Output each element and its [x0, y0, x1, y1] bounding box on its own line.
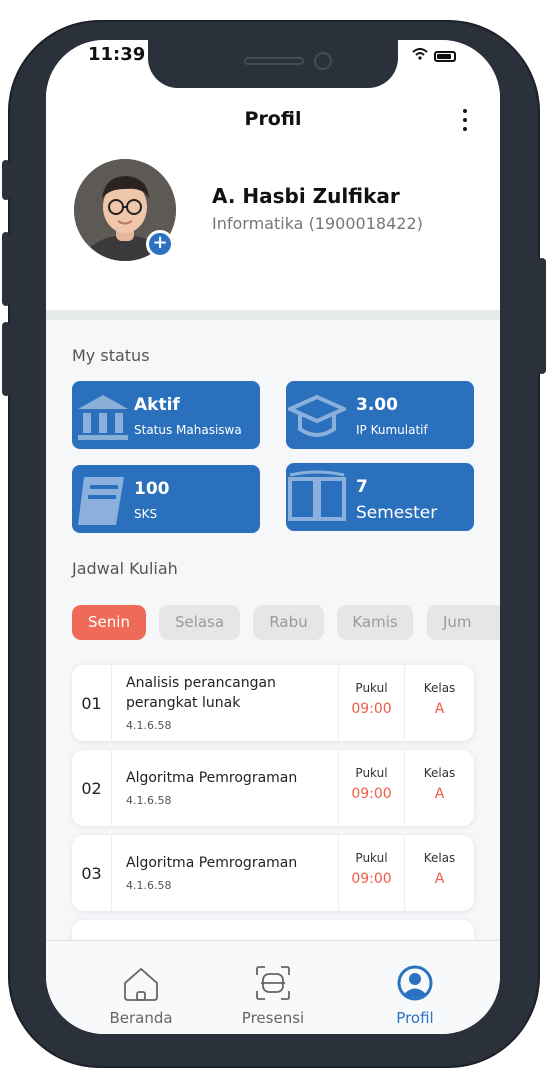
section-divider	[46, 310, 500, 320]
course-class: Kelas A	[404, 750, 474, 826]
semester-value: 7	[356, 477, 368, 497]
ipk-value: 3.00	[356, 395, 398, 415]
class-label: Kelas	[423, 766, 456, 780]
app-screen: Profil + A. Hasbi Zulfikar Informatika (…	[46, 40, 500, 1034]
time-value: 09:00	[351, 701, 392, 717]
status-card-semester[interactable]: 7 Semester	[286, 463, 474, 531]
volume-up-button	[2, 232, 10, 306]
profile-icon	[397, 965, 433, 1001]
course-code: 4.1.6.58	[126, 719, 172, 732]
tab-presensi[interactable]: Presensi	[218, 963, 328, 1027]
user-program-id: Informatika (1900018422)	[212, 214, 423, 233]
status-time: 11:39	[88, 44, 146, 65]
course-row[interactable]: 01 Analisis perancangan perangkat lunak …	[72, 665, 474, 741]
tab-label: Profil	[396, 1009, 434, 1027]
add-photo-button[interactable]: +	[146, 230, 174, 258]
volume-down-button	[2, 322, 10, 396]
graduation-cap-icon	[288, 394, 346, 437]
class-label: Kelas	[423, 851, 456, 865]
course-name: Algoritma Pemrograman	[126, 855, 298, 871]
course-code: 4.1.6.58	[126, 879, 172, 892]
course-row[interactable]: 03 Algoritma Pemrograman 4.1.6.58 Pukul …	[72, 835, 474, 911]
course-row[interactable]: 02 Algoritma Pemrograman 4.1.6.58 Pukul …	[72, 750, 474, 826]
status-card-ipk[interactable]: 3.00 IP Kumulatif	[286, 381, 474, 449]
schedule-title: Jadwal Kuliah	[72, 559, 178, 578]
home-icon	[124, 967, 158, 1001]
tab-selasa[interactable]: Selasa	[159, 605, 240, 640]
sks-label: SKS	[134, 507, 158, 521]
book-icon	[78, 477, 124, 525]
tab-rabu[interactable]: Rabu	[253, 605, 324, 640]
course-number: 01	[72, 665, 112, 741]
user-name: A. Hasbi Zulfikar	[212, 184, 400, 208]
status-label: Status Mahasiswa	[134, 423, 242, 437]
time-value: 09:00	[351, 786, 392, 802]
ipk-label: IP Kumulatif	[356, 423, 428, 437]
course-number: 02	[72, 750, 112, 826]
course-time: Pukul 09:00	[338, 750, 404, 826]
course-class: Kelas A	[404, 835, 474, 911]
my-status-title: My status	[72, 346, 150, 365]
course-name: Analisis perancangan perangkat lunak	[126, 675, 276, 711]
battery-icon	[434, 50, 456, 62]
course-number: 03	[72, 835, 112, 911]
page-title: Profil	[244, 108, 302, 130]
tab-label: Beranda	[109, 1009, 173, 1027]
course-code: 4.1.6.58	[126, 794, 172, 807]
open-book-icon	[288, 470, 346, 521]
tab-beranda[interactable]: Beranda	[86, 963, 196, 1027]
tab-jumat[interactable]: Jum	[427, 605, 500, 640]
course-class: Kelas A	[404, 665, 474, 741]
more-options-icon[interactable]	[456, 106, 474, 134]
class-value: A	[434, 871, 445, 887]
mute-switch	[2, 160, 10, 200]
course-name: Algoritma Pemrograman	[126, 770, 298, 786]
status-value: Aktif	[134, 395, 180, 415]
sks-value: 100	[134, 479, 170, 499]
time-label: Pukul	[355, 681, 388, 695]
status-icons	[412, 48, 456, 64]
status-card-sks[interactable]: 100 SKS	[72, 465, 260, 533]
semester-label: Semester	[356, 503, 438, 523]
time-label: Pukul	[355, 766, 388, 780]
tab-senin[interactable]: Senin	[72, 605, 146, 640]
wifi-icon	[412, 48, 428, 64]
time-value: 09:00	[351, 871, 392, 887]
course-time: Pukul 09:00	[338, 835, 404, 911]
class-label: Kelas	[423, 681, 456, 695]
tab-kamis[interactable]: Kamis	[337, 605, 413, 640]
time-label: Pukul	[355, 851, 388, 865]
tab-profil[interactable]: Profil	[360, 963, 470, 1027]
status-card-aktif[interactable]: Aktif Status Mahasiswa	[72, 381, 260, 449]
scan-icon	[256, 966, 290, 1000]
front-camera	[314, 52, 332, 70]
class-value: A	[434, 701, 445, 717]
bank-icon	[78, 395, 128, 440]
power-button	[538, 258, 546, 374]
bottom-tab-bar: Beranda Presensi Profil	[46, 940, 500, 1034]
notch	[148, 40, 398, 88]
class-value: A	[434, 786, 445, 802]
speaker	[244, 57, 304, 65]
tab-label: Presensi	[241, 1009, 305, 1027]
course-time: Pukul 09:00	[338, 665, 404, 741]
